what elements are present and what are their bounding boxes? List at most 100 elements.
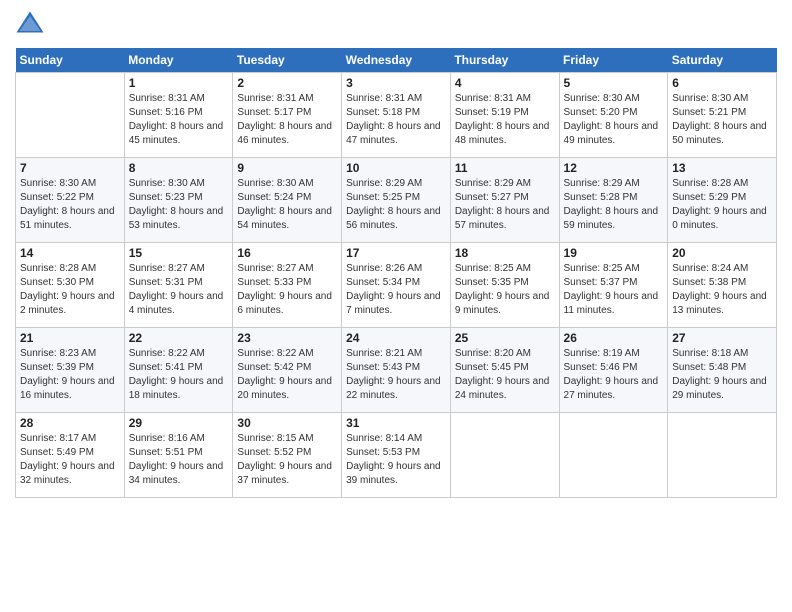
cell-content: Sunrise: 8:18 AMSunset: 5:48 PMDaylight:… bbox=[672, 347, 772, 403]
sunset-text: Sunset: 5:37 PM bbox=[564, 276, 664, 290]
day-cell: 4 Sunrise: 8:31 AMSunset: 5:19 PMDaylight… bbox=[450, 73, 559, 158]
cell-content: Sunrise: 8:26 AMSunset: 5:34 PMDaylight:… bbox=[346, 262, 446, 318]
daylight-text: Daylight: 9 hours and 11 minutes. bbox=[564, 290, 664, 318]
cell-content: Sunrise: 8:31 AMSunset: 5:16 PMDaylight:… bbox=[129, 92, 229, 148]
day-cell: 10Sunrise: 8:29 AMSunset: 5:25 PMDayligh… bbox=[342, 158, 451, 243]
sunrise-text: Sunrise: 8:16 AM bbox=[129, 432, 229, 446]
cell-content: Sunrise: 8:30 AMSunset: 5:20 PMDaylight:… bbox=[564, 92, 664, 148]
day-cell: 2Sunrise: 8:31 AMSunset: 5:17 PMDaylight… bbox=[233, 73, 342, 158]
day-cell bbox=[559, 413, 668, 498]
cell-content: Sunrise: 8:22 AMSunset: 5:41 PMDaylight:… bbox=[129, 347, 229, 403]
day-cell bbox=[16, 73, 125, 158]
sunrise-text: Sunrise: 8:29 AM bbox=[455, 177, 555, 191]
sunset-text: Sunset: 5:19 PM bbox=[455, 106, 555, 120]
daylight-text: Daylight: 8 hours and 54 minutes. bbox=[237, 205, 337, 233]
calendar-table: SundayMondayTuesdayWednesdayThursdayFrid… bbox=[15, 48, 777, 498]
sunrise-text: Sunrise: 8:22 AM bbox=[237, 347, 337, 361]
sunrise-text: Sunrise: 8:27 AM bbox=[237, 262, 337, 276]
cell-content: Sunrise: 8:22 AMSunset: 5:42 PMDaylight:… bbox=[237, 347, 337, 403]
sunset-text: Sunset: 5:48 PM bbox=[672, 361, 772, 375]
daylight-text: Daylight: 9 hours and 0 minutes. bbox=[672, 205, 772, 233]
day-number: 12 bbox=[564, 161, 664, 175]
sunrise-text: Sunrise: 8:17 AM bbox=[20, 432, 120, 446]
day-number: 30 bbox=[237, 416, 337, 430]
header-day: Monday bbox=[124, 48, 233, 73]
cell-content: Sunrise: 8:31 AMSunset: 5:18 PMDaylight:… bbox=[346, 92, 446, 148]
day-number: 14 bbox=[20, 246, 120, 260]
sunset-text: Sunset: 5:46 PM bbox=[564, 361, 664, 375]
daylight-text: Daylight: 9 hours and 16 minutes. bbox=[20, 375, 120, 403]
day-number: 13 bbox=[672, 161, 772, 175]
sunrise-text: Sunrise: 8:20 AM bbox=[455, 347, 555, 361]
sunset-text: Sunset: 5:24 PM bbox=[237, 191, 337, 205]
cell-content: Sunrise: 8:15 AMSunset: 5:52 PMDaylight:… bbox=[237, 432, 337, 488]
day-number: 15 bbox=[129, 246, 229, 260]
daylight-text: Daylight: 9 hours and 6 minutes. bbox=[237, 290, 337, 318]
sunrise-text: Sunrise: 8:28 AM bbox=[20, 262, 120, 276]
sunset-text: Sunset: 5:27 PM bbox=[455, 191, 555, 205]
day-cell: 16Sunrise: 8:27 AMSunset: 5:33 PMDayligh… bbox=[233, 243, 342, 328]
sunrise-text: Sunrise: 8:15 AM bbox=[237, 432, 337, 446]
sunset-text: Sunset: 5:18 PM bbox=[346, 106, 446, 120]
daylight-text: Daylight: 8 hours and 51 minutes. bbox=[20, 205, 120, 233]
day-number: 20 bbox=[672, 246, 772, 260]
day-cell: 30 Sunrise: 8:15 AMSunset: 5:52 PMDayligh… bbox=[233, 413, 342, 498]
day-number: 22 bbox=[129, 331, 229, 345]
sunset-text: Sunset: 5:42 PM bbox=[237, 361, 337, 375]
day-cell: 11Sunrise: 8:29 AMSunset: 5:27 PMDayligh… bbox=[450, 158, 559, 243]
day-number: 5 bbox=[564, 76, 664, 90]
sunrise-text: Sunrise: 8:30 AM bbox=[672, 92, 772, 106]
sunrise-text: Sunrise: 8:31 AM bbox=[455, 92, 555, 106]
day-number: 10 bbox=[346, 161, 446, 175]
cell-content: Sunrise: 8:29 AMSunset: 5:28 PMDaylight:… bbox=[564, 177, 664, 233]
daylight-text: Daylight: 9 hours and 37 minutes. bbox=[237, 460, 337, 488]
header-day: Tuesday bbox=[233, 48, 342, 73]
sunset-text: Sunset: 5:49 PM bbox=[20, 446, 120, 460]
sunset-text: Sunset: 5:16 PM bbox=[129, 106, 229, 120]
sunrise-text: Sunrise: 8:30 AM bbox=[237, 177, 337, 191]
sunset-text: Sunset: 5:43 PM bbox=[346, 361, 446, 375]
day-cell: 27Sunrise: 8:18 AMSunset: 5:48 PMDayligh… bbox=[668, 328, 777, 413]
sunrise-text: Sunrise: 8:29 AM bbox=[346, 177, 446, 191]
cell-content: Sunrise: 8:30 AMSunset: 5:21 PMDaylight:… bbox=[672, 92, 772, 148]
sunset-text: Sunset: 5:52 PM bbox=[237, 446, 337, 460]
daylight-text: Daylight: 9 hours and 32 minutes. bbox=[20, 460, 120, 488]
day-cell: 12 Sunrise: 8:29 AMSunset: 5:28 PMDayligh… bbox=[559, 158, 668, 243]
header-day: Wednesday bbox=[342, 48, 451, 73]
cell-content: Sunrise: 8:16 AMSunset: 5:51 PMDaylight:… bbox=[129, 432, 229, 488]
sunrise-text: Sunrise: 8:31 AM bbox=[237, 92, 337, 106]
cell-content: Sunrise: 8:20 AMSunset: 5:45 PMDaylight:… bbox=[455, 347, 555, 403]
day-number: 24 bbox=[346, 331, 446, 345]
cell-content: Sunrise: 8:31 AMSunset: 5:19 PMDaylight:… bbox=[455, 92, 555, 148]
day-cell: 13Sunrise: 8:28 AMSunset: 5:29 PMDayligh… bbox=[668, 158, 777, 243]
sunset-text: Sunset: 5:51 PM bbox=[129, 446, 229, 460]
daylight-text: Daylight: 9 hours and 22 minutes. bbox=[346, 375, 446, 403]
daylight-text: Daylight: 9 hours and 27 minutes. bbox=[564, 375, 664, 403]
daylight-text: Daylight: 9 hours and 24 minutes. bbox=[455, 375, 555, 403]
day-cell: 17Sunrise: 8:26 AMSunset: 5:34 PMDayligh… bbox=[342, 243, 451, 328]
day-number: 19 bbox=[564, 246, 664, 260]
cell-content: Sunrise: 8:21 AMSunset: 5:43 PMDaylight:… bbox=[346, 347, 446, 403]
day-cell: 14 Sunrise: 8:28 AMSunset: 5:30 PMDayligh… bbox=[16, 243, 125, 328]
day-cell bbox=[450, 413, 559, 498]
day-cell: 21Sunrise: 8:23 AMSunset: 5:39 PMDayligh… bbox=[16, 328, 125, 413]
cell-content: Sunrise: 8:31 AMSunset: 5:17 PMDaylight:… bbox=[237, 92, 337, 148]
day-number: 16 bbox=[237, 246, 337, 260]
day-number: 4 bbox=[455, 76, 555, 90]
sunset-text: Sunset: 5:20 PM bbox=[564, 106, 664, 120]
sunrise-text: Sunrise: 8:26 AM bbox=[346, 262, 446, 276]
day-cell: 15Sunrise: 8:27 AMSunset: 5:31 PMDayligh… bbox=[124, 243, 233, 328]
header-day: Sunday bbox=[16, 48, 125, 73]
day-number: 7 bbox=[20, 161, 120, 175]
logo-icon bbox=[15, 10, 45, 40]
sunrise-text: Sunrise: 8:18 AM bbox=[672, 347, 772, 361]
cell-content: Sunrise: 8:28 AMSunset: 5:30 PMDaylight:… bbox=[20, 262, 120, 318]
day-number: 28 bbox=[20, 416, 120, 430]
sunset-text: Sunset: 5:17 PM bbox=[237, 106, 337, 120]
daylight-text: Daylight: 8 hours and 45 minutes. bbox=[129, 120, 229, 148]
sunset-text: Sunset: 5:34 PM bbox=[346, 276, 446, 290]
sunrise-text: Sunrise: 8:25 AM bbox=[455, 262, 555, 276]
daylight-text: Daylight: 8 hours and 48 minutes. bbox=[455, 120, 555, 148]
logo bbox=[15, 10, 49, 40]
day-number: 21 bbox=[20, 331, 120, 345]
